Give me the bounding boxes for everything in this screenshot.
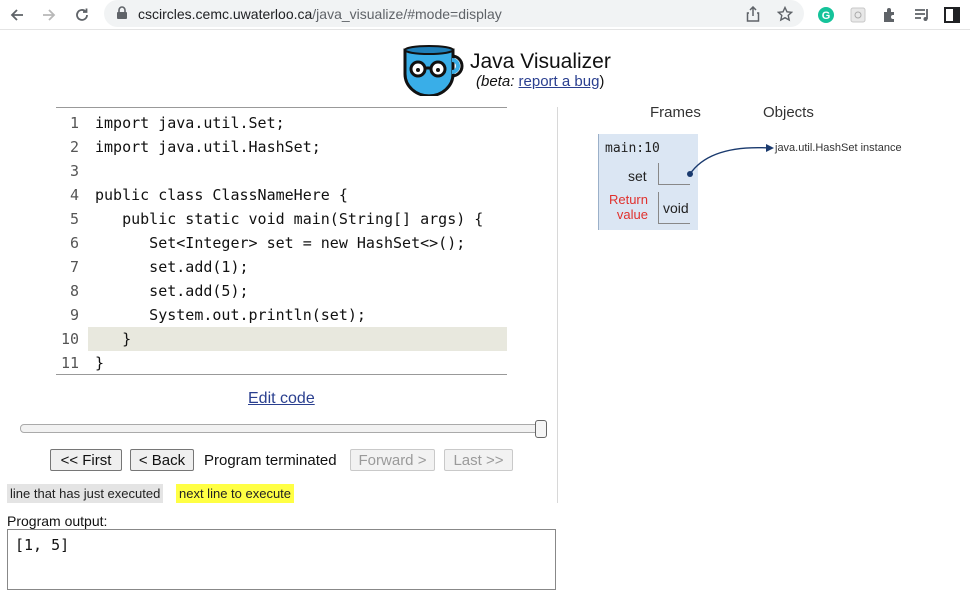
- reload-icon[interactable]: [71, 4, 93, 26]
- code-panel: 1 import java.util.Set; 2 import java.util…: [56, 107, 507, 375]
- code-line: 2 import java.util.HashSet;: [69, 138, 321, 156]
- execution-slider[interactable]: [20, 424, 546, 433]
- legend-next-line: next line to execute: [176, 484, 295, 503]
- objects-header: Objects: [763, 104, 814, 121]
- back-arrow-icon[interactable]: [6, 4, 28, 26]
- extension-icon[interactable]: [848, 5, 868, 25]
- side-panel-icon[interactable]: [942, 5, 962, 25]
- frame-name: main:10: [605, 141, 660, 156]
- share-icon[interactable]: [744, 5, 762, 23]
- url-text: cscircles.cemc.uwaterloo.ca/java_visuali…: [138, 6, 502, 22]
- reading-list-icon[interactable]: [912, 5, 932, 25]
- code-line: 11}: [60, 354, 105, 372]
- return-value: void: [658, 192, 690, 224]
- code-line: 1 import java.util.Set;: [69, 114, 285, 132]
- code-line: 6 Set<Integer> set = new HashSet<>();: [69, 234, 466, 252]
- panel-divider: [557, 107, 558, 503]
- forward-button[interactable]: Forward >: [350, 449, 435, 471]
- code-line: 4 public class ClassNameHere {: [69, 186, 348, 204]
- heap-object-label: java.util.HashSet instance: [775, 142, 902, 154]
- code-line: 7 set.add(1);: [69, 258, 249, 276]
- forward-arrow-icon[interactable]: [38, 4, 60, 26]
- legend-executed-line: line that has just executed: [7, 484, 164, 503]
- executed-line-highlight: [88, 327, 507, 351]
- browser-toolbar: cscircles.cemc.uwaterloo.ca/java_visuali…: [0, 0, 970, 30]
- address-bar[interactable]: cscircles.cemc.uwaterloo.ca/java_visuali…: [104, 0, 804, 27]
- code-line: 5 public static void main(String[] args)…: [69, 210, 484, 228]
- return-value-label: Return value: [608, 192, 648, 222]
- code-line: 3: [69, 162, 79, 180]
- code-line-highlighted: 10 }: [56, 327, 507, 351]
- edit-code-link[interactable]: Edit code: [248, 390, 315, 408]
- frames-header: Frames: [650, 104, 701, 121]
- variable-name: set: [628, 168, 647, 184]
- puzzle-icon[interactable]: [880, 5, 900, 25]
- slider-thumb[interactable]: [535, 420, 547, 438]
- execution-status: Program terminated: [204, 452, 337, 469]
- page-subtitle: (beta: report a bug): [476, 73, 605, 90]
- java-visualizer-logo: [401, 42, 467, 101]
- code-line: 9 System.out.println(set);: [69, 306, 366, 324]
- lock-icon: [116, 6, 128, 25]
- bookmark-star-icon[interactable]: [776, 5, 794, 23]
- pointer-arrow: [687, 144, 774, 177]
- grammarly-icon[interactable]: G: [816, 5, 836, 25]
- program-output-label: Program output:: [7, 513, 108, 529]
- page-title: Java Visualizer: [470, 50, 611, 73]
- report-bug-link[interactable]: report a bug: [519, 73, 600, 90]
- program-output-box[interactable]: [1, 5]: [7, 529, 556, 590]
- code-line: 8 set.add(5);: [69, 282, 249, 300]
- last-button[interactable]: Last >>: [444, 449, 513, 471]
- svg-text:G: G: [822, 10, 831, 22]
- back-button[interactable]: < Back: [130, 449, 194, 471]
- first-button[interactable]: << First: [50, 449, 122, 471]
